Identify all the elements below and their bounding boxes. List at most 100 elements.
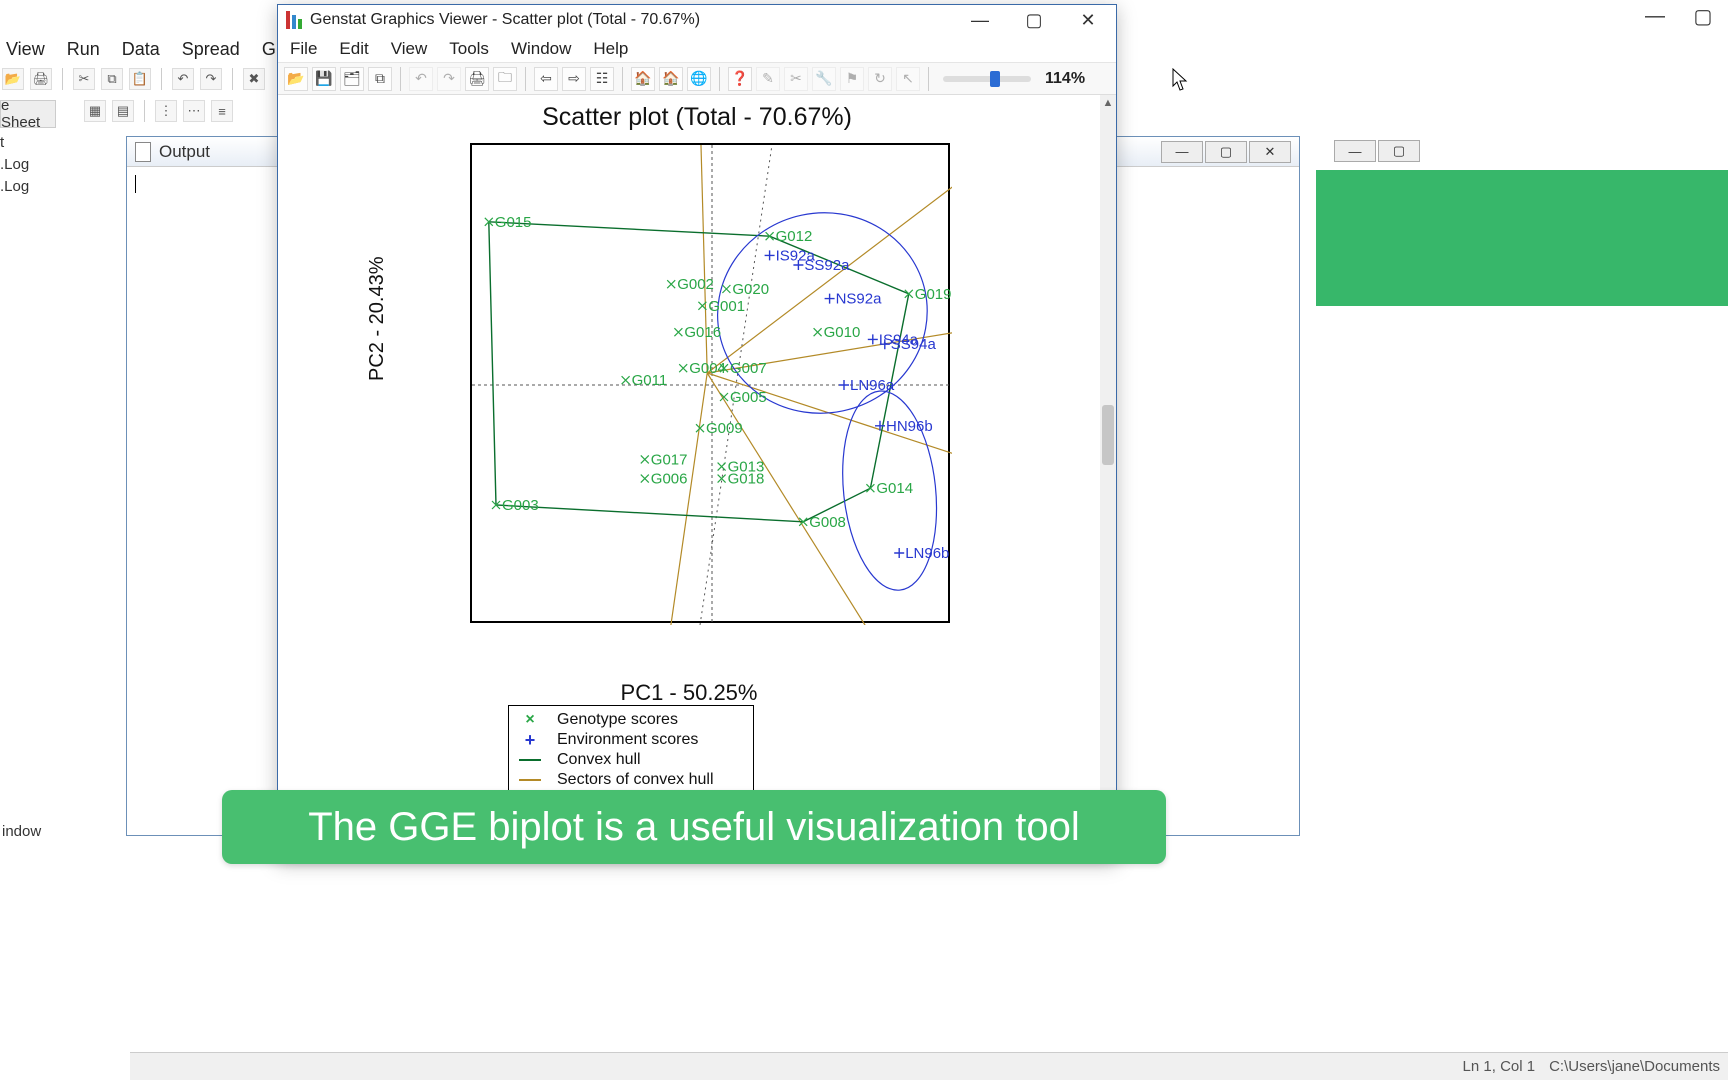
tool-b-icon[interactable]: ✂ — [784, 67, 808, 91]
document-icon — [135, 142, 151, 162]
svg-text:G020: G020 — [732, 281, 769, 298]
next-icon[interactable]: ⇨ — [562, 67, 586, 91]
tool-c-icon[interactable]: 🔧 — [812, 67, 836, 91]
redo-icon[interactable]: ↷ — [437, 67, 461, 91]
minimize-icon[interactable]: — — [1640, 5, 1670, 28]
svg-text:G015: G015 — [495, 214, 532, 231]
whatsthis-icon[interactable]: ❓ — [728, 67, 752, 91]
undo-icon[interactable]: ↶ — [172, 68, 194, 90]
home-b-icon[interactable]: 🏠 — [659, 67, 683, 91]
svg-text:G005: G005 — [730, 389, 767, 406]
mouse-cursor-icon — [1172, 68, 1190, 92]
home-a-icon[interactable]: 🏠 — [631, 67, 655, 91]
svg-text:SS94a: SS94a — [891, 336, 937, 353]
tool-a-icon[interactable]: ✎ — [756, 67, 780, 91]
svg-text:G004: G004 — [689, 360, 726, 377]
svg-text:G006: G006 — [651, 471, 688, 488]
delete-icon[interactable]: ✖ — [243, 68, 265, 90]
bg-menu-data[interactable]: Data — [122, 39, 160, 60]
paste-icon[interactable]: 📋 — [129, 68, 151, 90]
open-icon[interactable]: 📂 — [284, 67, 308, 91]
sheet-tab[interactable]: e Sheet — [1, 97, 51, 131]
app-icon — [284, 11, 302, 29]
tb2-c-icon[interactable]: ⋮ — [155, 100, 177, 122]
cascade-icon[interactable]: ☷ — [590, 67, 614, 91]
taskbar-item[interactable]: indow — [2, 823, 41, 840]
status-path: C:\Users\jane\Documents — [1549, 1058, 1720, 1075]
menu-file[interactable]: File — [290, 39, 317, 59]
bg-menu-run[interactable]: Run — [67, 39, 100, 60]
menu-edit[interactable]: Edit — [339, 39, 368, 59]
print-icon[interactable]: 🖨 — [30, 68, 52, 90]
globe-icon[interactable]: 🌐 — [687, 67, 711, 91]
svg-text:G017: G017 — [651, 451, 688, 468]
gv-menu-bar: File Edit View Tools Window Help — [278, 35, 1116, 63]
menu-window[interactable]: Window — [511, 39, 571, 59]
mdi-minimize[interactable]: — — [1334, 140, 1376, 162]
tb2-e-icon[interactable]: ≡ — [211, 100, 233, 122]
mdi-restore[interactable]: ▢ — [1378, 140, 1420, 162]
copy-icon[interactable]: ⧉ — [368, 67, 392, 91]
tree-item[interactable]: .Log — [0, 154, 60, 176]
minimize-button[interactable]: — — [1161, 141, 1203, 163]
svg-text:G018: G018 — [728, 471, 765, 488]
status-bar: Ln 1, Col 1 C:\Users\jane\Documents — [130, 1052, 1728, 1080]
legend-label: Sectors of convex hull — [557, 771, 714, 789]
bg-menu-view[interactable]: View — [6, 39, 45, 60]
svg-text:HN96b: HN96b — [886, 418, 933, 435]
menu-view[interactable]: View — [391, 39, 428, 59]
plot-area[interactable]: G015G012G002G020G019G001G016G010G004G007… — [470, 143, 950, 623]
tool-e-icon[interactable]: ↻ — [868, 67, 892, 91]
prev-icon[interactable]: ⇦ — [534, 67, 558, 91]
scroll-up-icon[interactable]: ▲ — [1100, 95, 1116, 111]
zoom-value: 114% — [1045, 70, 1085, 88]
tb2-b-icon[interactable]: ▤ — [112, 100, 134, 122]
tree-item[interactable]: t — [0, 132, 60, 154]
vertical-scrollbar[interactable]: ▲ ▼ — [1100, 95, 1116, 835]
tb2-a-icon[interactable]: ▦ — [84, 100, 106, 122]
undo-icon[interactable]: ↶ — [409, 67, 433, 91]
folder-icon[interactable]: 🗀 — [493, 67, 517, 91]
save-icon[interactable]: 💾 — [312, 67, 336, 91]
svg-text:G016: G016 — [684, 324, 721, 341]
tree-item[interactable]: .Log — [0, 176, 60, 198]
y-axis-label: PC2 - 20.43% — [366, 256, 389, 381]
maximize-button[interactable]: ▢ — [1205, 141, 1247, 163]
legend-hull-icon — [519, 759, 541, 761]
window-close-button[interactable]: ✕ — [1066, 6, 1110, 34]
plot-canvas[interactable]: Scatter plot (Total - 70.67%) PC2 - 20.4… — [278, 95, 1116, 835]
bg-right-window-controls: — ▢ — [1316, 0, 1728, 32]
open-icon[interactable]: 📂 — [2, 68, 24, 90]
save-all-icon[interactable]: 🗂 — [340, 67, 364, 91]
legend-label: Convex hull — [557, 751, 641, 769]
redo-icon[interactable]: ↷ — [200, 68, 222, 90]
close-button[interactable]: ✕ — [1249, 141, 1291, 163]
subtitle-overlay: The GGE biplot is a useful visualization… — [222, 790, 1166, 864]
cut-icon[interactable]: ✂ — [73, 68, 95, 90]
text-caret — [135, 175, 136, 193]
bg-menu-spread[interactable]: Spread — [182, 39, 240, 60]
bg-green-panel — [1316, 170, 1728, 306]
tool-d-icon[interactable]: ⚑ — [840, 67, 864, 91]
svg-text:G002: G002 — [677, 276, 714, 293]
menu-tools[interactable]: Tools — [449, 39, 489, 59]
svg-text:LN96a: LN96a — [850, 377, 895, 394]
menu-help[interactable]: Help — [593, 39, 628, 59]
gv-titlebar[interactable]: Genstat Graphics Viewer - Scatter plot (… — [278, 5, 1116, 35]
window-maximize-button[interactable]: ▢ — [1012, 6, 1056, 34]
legend-label: Environment scores — [557, 731, 698, 749]
svg-text:G012: G012 — [776, 228, 813, 245]
print-icon[interactable]: 🖨 — [465, 67, 489, 91]
project-tree[interactable]: t .Log .Log — [0, 132, 60, 198]
output-title: Output — [159, 142, 210, 162]
pointer-icon[interactable]: ↖ — [896, 67, 920, 91]
window-minimize-button[interactable]: — — [958, 6, 1002, 34]
svg-text:G011: G011 — [632, 372, 668, 389]
bg-toolbar: 📂 🖨 ✂ ⧉ 📋 ↶ ↷ ✖ — [0, 64, 265, 94]
copy-icon[interactable]: ⧉ — [101, 68, 123, 90]
maximize-icon[interactable]: ▢ — [1688, 4, 1718, 29]
zoom-slider[interactable] — [943, 76, 1031, 82]
tb2-d-icon[interactable]: ⋯ — [183, 100, 205, 122]
scroll-thumb[interactable] — [1102, 405, 1114, 465]
svg-text:G007: G007 — [730, 360, 767, 377]
